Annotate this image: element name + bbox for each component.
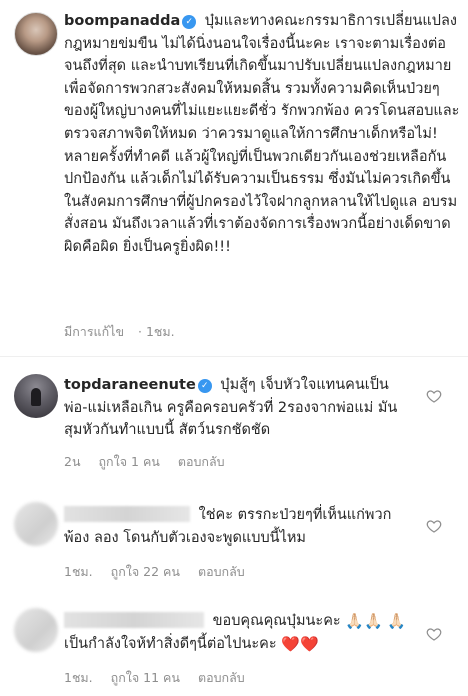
comment-meta: 1ชม. ถูกใจ 11 คน ตอบกลับ bbox=[64, 668, 259, 688]
comment-text-after: เป็นกำลังใจห้ทำสิ่งดีๆนี้ต่อไปนะคะ bbox=[64, 635, 277, 652]
post-time: 1ชม. bbox=[145, 324, 175, 339]
author-username[interactable]: boompanadda bbox=[64, 13, 180, 29]
verified-badge-icon: ✓ bbox=[182, 15, 197, 29]
heart-outline-icon[interactable] bbox=[426, 388, 442, 404]
commenter-username-redacted[interactable] bbox=[64, 612, 204, 628]
comment-body: ใช่คะ ตรรกะป่วยๆที่เห็นแก่พวกพ้อง ลอง โด… bbox=[64, 504, 404, 549]
like-count[interactable]: ถูกใจ 1 คน bbox=[98, 454, 159, 469]
commenter-avatar[interactable] bbox=[14, 502, 58, 546]
like-count[interactable]: ถูกใจ 11 คน bbox=[111, 670, 180, 685]
comment-time: 1ชม. bbox=[64, 670, 93, 685]
comment-meta: 1ชม. ถูกใจ 22 คน ตอบกลับ bbox=[64, 562, 259, 582]
author-avatar[interactable] bbox=[14, 12, 58, 56]
verified-badge-icon: ✓ bbox=[197, 379, 212, 393]
red-heart-emoji: ❤️❤️ bbox=[281, 634, 319, 653]
post-meta: มีการแก้ไข · 1ชม. bbox=[64, 324, 175, 339]
caption-text: บุ๋มและทางคณะกรรมาธิการเปลี่ยนแปลงกฎหมาย… bbox=[64, 13, 460, 255]
comment-time: 2น bbox=[64, 454, 81, 469]
pray-emoji: 🙏🏻🙏🏻 bbox=[345, 612, 383, 630]
reply-link[interactable]: ตอบกลับ bbox=[178, 454, 225, 469]
comment-meta: 2น ถูกใจ 1 คน ตอบกลับ bbox=[64, 452, 239, 472]
section-divider bbox=[0, 356, 468, 357]
commenter-username-redacted[interactable] bbox=[64, 506, 190, 522]
reply-link[interactable]: ตอบกลับ bbox=[198, 670, 245, 685]
edited-label: มีการแก้ไข bbox=[64, 324, 124, 339]
commenter-username[interactable]: topdaraneenute bbox=[64, 377, 196, 393]
pray-emoji: 🙏🏻 bbox=[387, 612, 406, 630]
post-caption-block: boompanadda ✓ บุ๋มและทางคณะกรรมาธิการเปลี… bbox=[0, 0, 468, 356]
heart-outline-icon[interactable] bbox=[426, 626, 442, 642]
like-count[interactable]: ถูกใจ 22 คน bbox=[111, 564, 180, 579]
commenter-avatar[interactable] bbox=[14, 608, 58, 652]
post-caption: boompanadda ✓ บุ๋มและทางคณะกรรมาธิการเปลี… bbox=[64, 10, 460, 259]
reply-link[interactable]: ตอบกลับ bbox=[198, 564, 245, 579]
comment-body: topdaraneenute ✓ บุ๋มสู้ๆ เจ็บหัวใจแทนคนเ… bbox=[64, 374, 404, 442]
commenter-avatar[interactable] bbox=[14, 374, 58, 418]
comment-time: 1ชม. bbox=[64, 564, 93, 579]
heart-outline-icon[interactable] bbox=[426, 518, 442, 534]
comment-body: ขอบคุณคุณบุ๋มนะคะ 🙏🏻🙏🏻 🙏🏻 เป็นกำลังใจห้ท… bbox=[64, 610, 408, 655]
comment-text-before: ขอบคุณคุณบุ๋มนะคะ bbox=[212, 613, 341, 629]
